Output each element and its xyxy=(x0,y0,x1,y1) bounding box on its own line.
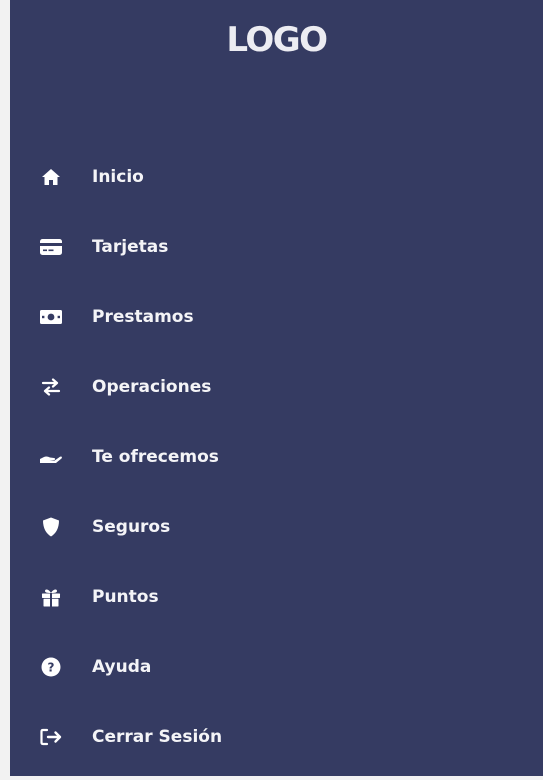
svg-text:?: ? xyxy=(48,660,55,674)
sidebar-item-inicio[interactable]: Inicio xyxy=(10,142,543,212)
home-icon xyxy=(39,165,63,189)
sidebar-item-label: Operaciones xyxy=(92,377,212,397)
sidebar-item-label: Puntos xyxy=(92,587,159,607)
money-bill-icon xyxy=(39,305,63,329)
sidebar-nav: Inicio Tarjetas Prestamos Operaciones Te… xyxy=(10,142,543,772)
sign-out-icon xyxy=(39,725,63,749)
sidebar-item-te-ofrecemos[interactable]: Te ofrecemos xyxy=(10,422,543,492)
sidebar-item-puntos[interactable]: Puntos xyxy=(10,562,543,632)
sidebar-item-ayuda[interactable]: ? Ayuda xyxy=(10,632,543,702)
sidebar-item-label: Seguros xyxy=(92,517,171,537)
sidebar-item-tarjetas[interactable]: Tarjetas xyxy=(10,212,543,282)
sidebar-item-seguros[interactable]: Seguros xyxy=(10,492,543,562)
hand-holding-icon xyxy=(39,445,63,469)
credit-card-icon xyxy=(39,235,63,259)
sidebar-item-label: Inicio xyxy=(92,167,144,187)
sidebar-item-prestamos[interactable]: Prestamos xyxy=(10,282,543,352)
shield-icon xyxy=(39,515,63,539)
sidebar-item-label: Te ofrecemos xyxy=(92,447,219,467)
gift-icon xyxy=(39,585,63,609)
logo[interactable]: LOGO xyxy=(10,18,543,62)
sidebar-item-label: Cerrar Sesión xyxy=(92,727,223,747)
sidebar-item-operaciones[interactable]: Operaciones xyxy=(10,352,543,422)
sidebar: LOGO Inicio Tarjetas Prestamos Operacion… xyxy=(10,0,543,776)
sidebar-item-cerrar-sesion[interactable]: Cerrar Sesión xyxy=(10,702,543,772)
question-circle-icon: ? xyxy=(39,655,63,679)
sidebar-item-label: Tarjetas xyxy=(92,237,169,257)
exchange-arrows-icon xyxy=(39,375,63,399)
sidebar-item-label: Prestamos xyxy=(92,307,194,327)
sidebar-item-label: Ayuda xyxy=(92,657,152,677)
